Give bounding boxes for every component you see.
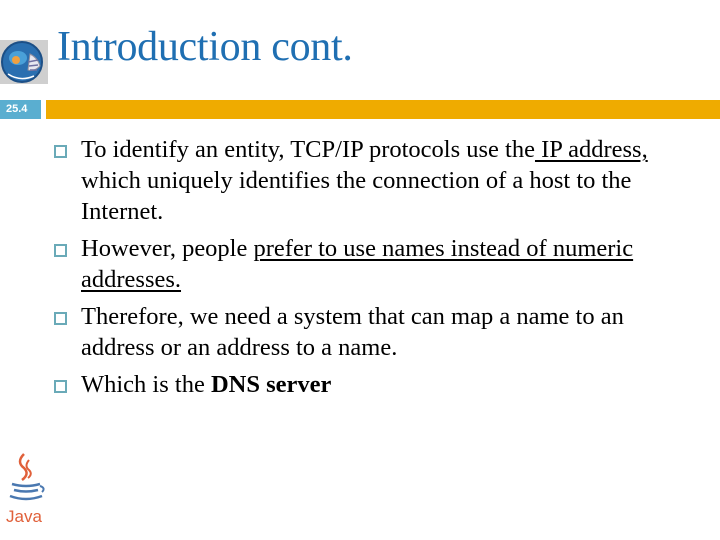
section-bar bbox=[46, 100, 720, 119]
text-segment: To identify an entity, TCP/IP protocols … bbox=[81, 136, 535, 163]
underlined-term: IP address, bbox=[534, 136, 648, 163]
bullet-text: Which is the DNS server bbox=[81, 371, 331, 398]
text-segment: which uniquely identifies the connection… bbox=[81, 167, 632, 225]
text-segment: Therefore, we need a system that can map… bbox=[81, 303, 624, 361]
java-logo-label: Java bbox=[6, 507, 42, 526]
square-bullet-icon bbox=[54, 312, 67, 325]
bullet-item: To identify an entity, TCP/IP protocols … bbox=[52, 134, 682, 227]
java-logo: Java bbox=[2, 450, 50, 530]
section-number-tag: 25.4 bbox=[0, 100, 41, 119]
bullet-text: However, people prefer to use names inst… bbox=[81, 235, 633, 293]
bold-term: DNS server bbox=[210, 371, 332, 398]
globe-icon bbox=[0, 40, 48, 84]
square-bullet-icon bbox=[54, 244, 67, 257]
slide-title: Introduction cont. bbox=[57, 24, 353, 70]
square-bullet-icon bbox=[54, 380, 67, 393]
bullet-item: However, people prefer to use names inst… bbox=[52, 233, 682, 295]
bullet-text: To identify an entity, TCP/IP protocols … bbox=[81, 136, 648, 225]
bullet-text: Therefore, we need a system that can map… bbox=[81, 303, 624, 361]
bullet-list: To identify an entity, TCP/IP protocols … bbox=[52, 134, 682, 406]
bullet-item: Therefore, we need a system that can map… bbox=[52, 301, 682, 363]
globe-network-logo bbox=[0, 40, 48, 84]
java-coffee-cup-icon: Java bbox=[6, 453, 45, 526]
text-segment: Which is the bbox=[81, 371, 211, 398]
bullet-item: Which is the DNS server bbox=[52, 369, 682, 400]
square-bullet-icon bbox=[54, 145, 67, 158]
text-segment: However, people bbox=[81, 235, 254, 262]
